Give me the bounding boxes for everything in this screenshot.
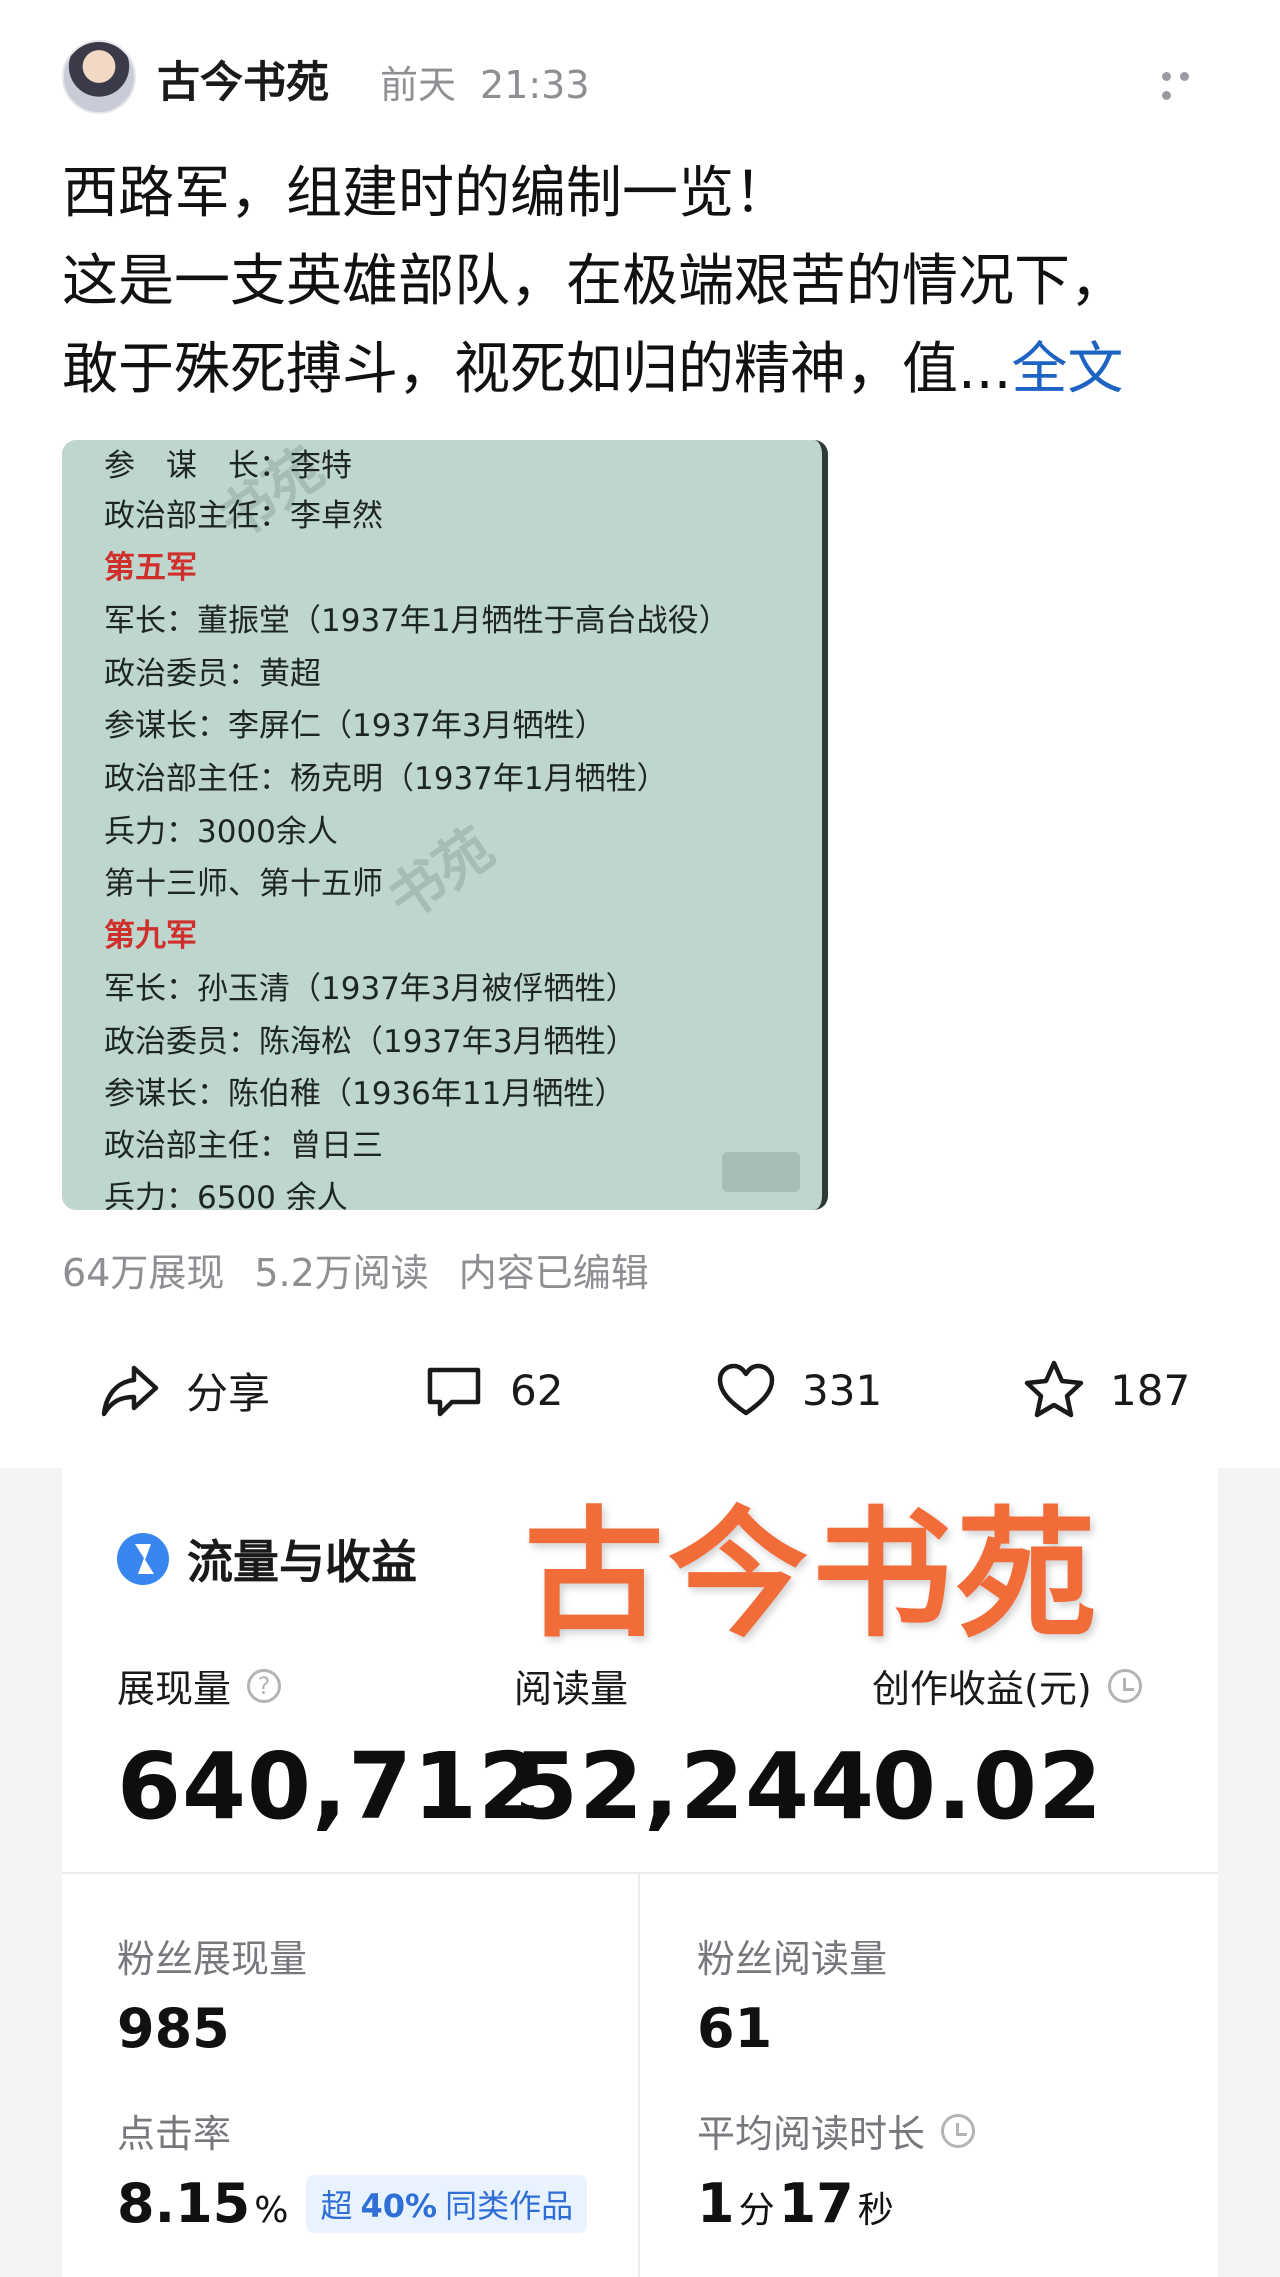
analytics-title-text: 流量与收益 — [187, 1535, 417, 1589]
analytics-title: 流量与收益 — [117, 1526, 417, 1592]
stats-impressions: 64万展现 — [62, 1251, 225, 1295]
avg-read-time-label: 平均阅读时长 — [697, 2112, 926, 2156]
fan-reads-label: 粉丝阅读量 — [697, 1937, 888, 1981]
post-time: 前天 21:33 — [380, 54, 614, 109]
doc-line: 军长：孙玉清（1937年3月被俘牺牲） — [104, 971, 637, 1007]
fan-impressions: 粉丝展现量 985 — [117, 1928, 307, 2060]
seconds-unit: 秒 — [857, 2190, 894, 2231]
click-rate-unit: % — [254, 2190, 289, 2231]
post-header: 古今书苑 前天 21:33 — [62, 40, 1218, 150]
metric-earnings-label: 创作收益(元) — [872, 1667, 1092, 1711]
action-bar: 分享 62 331 187 — [62, 1350, 1192, 1430]
metric-impressions: 展现量 ? 640,712 — [117, 1658, 543, 1840]
post-text-line-3-body: 敢于殊死搏斗，视死如归的精神，值... — [62, 337, 1012, 402]
clock-icon[interactable] — [941, 2113, 976, 2148]
share-button[interactable]: 分享 — [98, 1350, 270, 1430]
fan-impressions-value: 985 — [117, 1997, 230, 2060]
like-button[interactable]: 331 — [714, 1350, 882, 1430]
fan-impressions-label: 粉丝展现量 — [117, 1937, 308, 1981]
post-image[interactable]: 书苑 书苑 参 谋 长：李特 政治部主任：李卓然 第五军 军长：董振堂（1937… — [62, 440, 828, 1210]
post-text-line-2: 这是一支英雄部队，在极端艰苦的情况下， — [62, 249, 1126, 314]
share-icon — [101, 1365, 159, 1417]
doc-line: 第十三师、第十五师 — [104, 866, 383, 902]
stats-edited: 内容已编辑 — [458, 1251, 649, 1295]
doc-line: 军长：董振堂（1937年1月牺牲于高台战役） — [104, 603, 730, 639]
avg-read-time: 平均阅读时长 1 分 17 秒 — [697, 2103, 976, 2235]
analytics-panel: 流量与收益 古今书苑 展现量 ? 640,712 阅读量 52,244 创作收益… — [62, 1468, 1218, 2277]
avatar[interactable] — [62, 40, 136, 114]
post-text: 西路军，组建时的编制一览！ 这是一支英雄部队，在极端艰苦的情况下， 敢于殊死搏斗… — [62, 150, 1222, 414]
favorite-count: 187 — [1110, 1365, 1191, 1415]
badge-suffix: 同类作品 — [445, 2186, 574, 2225]
image-watermark-2: 书苑 — [376, 815, 506, 934]
doc-line: 兵力：6500 余人 — [104, 1180, 348, 1210]
divider — [62, 1872, 1218, 1874]
author-name[interactable]: 古今书苑 — [157, 48, 329, 110]
doc-line: 参谋长：李屏仁（1937年3月牺牲） — [104, 708, 606, 744]
more-options-icon[interactable] — [1162, 66, 1210, 100]
fan-reads-value: 61 — [697, 1997, 773, 2060]
star-icon — [1024, 1360, 1084, 1418]
metric-reads-label: 阅读量 — [514, 1667, 629, 1711]
avg-read-seconds: 17 — [778, 2172, 854, 2235]
share-label: 分享 — [186, 1368, 271, 1418]
fan-reads: 粉丝阅读量 61 — [697, 1928, 887, 2060]
minutes-unit: 分 — [738, 2190, 775, 2231]
like-count: 331 — [802, 1365, 883, 1415]
favorite-button[interactable]: 187 — [1022, 1350, 1190, 1430]
metric-earnings: 创作收益(元) 0.02 — [872, 1658, 1142, 1840]
doc-line: 参谋长：陈伯稚（1936年11月牺牲） — [104, 1076, 626, 1112]
comment-count: 62 — [510, 1365, 564, 1415]
post-time-clock: 21:33 — [480, 63, 590, 107]
image-stamp — [722, 1152, 800, 1192]
doc-line: 兵力：3000余人 — [104, 814, 338, 850]
heart-icon — [717, 1363, 775, 1416]
metric-reads-value: 52,244 — [514, 1733, 876, 1840]
doc-line: 政治部主任：李卓然 — [104, 498, 383, 534]
post-stats: 64万展现 5.2万阅读 内容已编辑 — [62, 1242, 679, 1297]
full-text-link[interactable]: 全文 — [1011, 337, 1123, 402]
metric-reads: 阅读量 52,244 — [514, 1658, 875, 1840]
click-rate-badge: 超 40% 同类作品 — [306, 2174, 588, 2233]
divider — [638, 1874, 640, 2277]
avg-read-minutes: 1 — [697, 2172, 735, 2235]
doc-line-heading: 第五军 — [104, 550, 197, 586]
doc-line: 政治委员：黄超 — [104, 656, 321, 692]
click-rate: 点击率 8.15 % 超 40% 同类作品 — [117, 2103, 588, 2235]
doc-line: 政治部主任：曾日三 — [104, 1128, 383, 1164]
post-text-line-3: 敢于殊死搏斗，视死如归的精神，值...全文 — [62, 326, 1222, 414]
click-rate-label: 点击率 — [117, 2112, 232, 2156]
brand-watermark: 古今书苑 — [524, 1494, 1101, 1657]
metric-impressions-label: 展现量 — [117, 1667, 232, 1711]
doc-line: 参 谋 长：李特 — [104, 448, 352, 484]
doc-line: 政治委员：陈海松（1937年3月牺牲） — [104, 1024, 637, 1060]
comment-button[interactable]: 62 — [422, 1350, 563, 1430]
badge-percent: 40% — [360, 2186, 438, 2225]
badge-prefix: 超 — [320, 2186, 353, 2225]
comment-icon — [427, 1367, 481, 1417]
doc-line: 政治部主任：杨克明（1937年1月牺牲） — [104, 761, 668, 797]
metric-impressions-value: 640,712 — [117, 1733, 544, 1840]
stats-reads: 5.2万阅读 — [254, 1251, 429, 1295]
lightning-icon — [117, 1533, 169, 1585]
click-rate-value: 8.15 — [117, 2172, 251, 2235]
metric-earnings-value: 0.02 — [872, 1733, 1103, 1840]
clock-icon[interactable] — [1107, 1668, 1142, 1703]
help-icon[interactable]: ? — [247, 1668, 282, 1703]
post-text-line-1: 西路军，组建时的编制一览！ — [62, 161, 790, 226]
post-time-relative: 前天 — [380, 63, 457, 107]
doc-line-heading: 第九军 — [104, 918, 197, 954]
